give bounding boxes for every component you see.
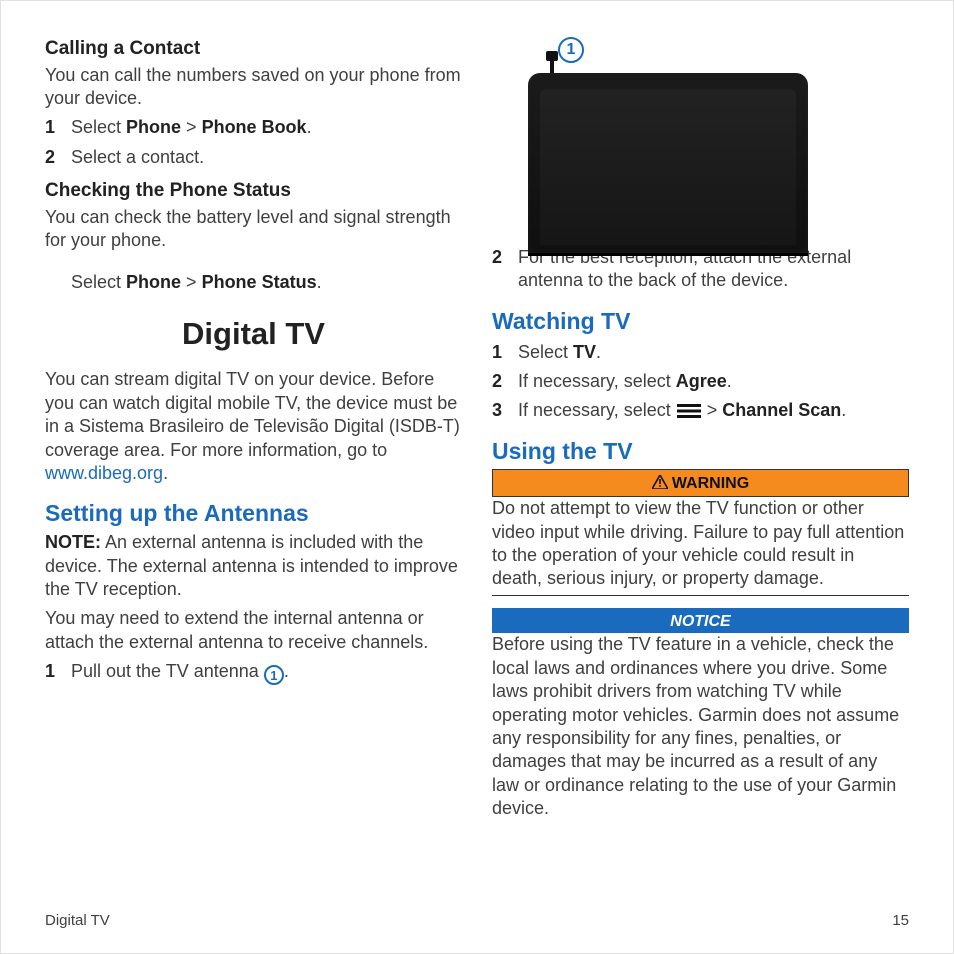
heading-using-tv: Using the TV [492, 437, 909, 467]
footer-page-number: 15 [892, 912, 909, 929]
callout-1-icon: 1 [264, 665, 284, 685]
heading-watching-tv: Watching TV [492, 307, 909, 337]
right-column: 1 2 For the best reception, attach the e… [492, 37, 909, 875]
bold-run: Channel Scan [722, 400, 841, 420]
note-label: NOTE: [45, 532, 101, 552]
heading-calling-contact: Calling a Contact [45, 37, 462, 62]
bold-run: Phone [126, 272, 181, 292]
notice-label: NOTICE [670, 613, 730, 630]
step-number: 2 [45, 146, 71, 169]
left-column: Calling a Contact You can call the numbe… [45, 37, 462, 875]
notice-body: Before using the TV feature in a vehicle… [492, 633, 909, 820]
text-run: Select [71, 117, 126, 137]
device-screen-shape [540, 89, 796, 245]
link-dibeg[interactable]: www.dibeg.org [45, 463, 163, 483]
note-antennas: NOTE: An external antenna is included wi… [45, 531, 462, 601]
para-digital-tv: You can stream digital TV on your device… [45, 368, 462, 485]
text-run: . [596, 342, 601, 362]
footer-section-title: Digital TV [45, 912, 110, 929]
step-number: 3 [492, 399, 518, 422]
bold-run: Phone [126, 117, 181, 137]
step-number: 2 [492, 370, 518, 393]
steps-calling-contact: 1 Select Phone > Phone Book. 2 Select a … [45, 116, 462, 169]
text-run: . [284, 661, 289, 681]
bold-run: TV [573, 342, 596, 362]
warning-label: WARNING [672, 475, 749, 492]
steps-watching-tv: 1 Select TV. 2 If necessary, select Agre… [492, 341, 909, 423]
step-item: 1 Select Phone > Phone Book. [45, 116, 462, 139]
heading-phone-status: Checking the Phone Status [45, 179, 462, 204]
steps-antennas: 1 Pull out the TV antenna 1. [45, 660, 462, 685]
step-number: 2 [492, 246, 518, 269]
text-run: . [317, 272, 322, 292]
step-number: 1 [492, 341, 518, 364]
step-item: 1 Select TV. [492, 341, 909, 364]
step-text: Select Phone > Phone Book. [71, 116, 462, 139]
notice-bar: NOTICE [492, 608, 909, 634]
text-run: Select [518, 342, 573, 362]
hamburger-menu-icon [677, 404, 701, 418]
bold-run: Agree [676, 371, 727, 391]
text-run: An external antenna is included with the… [45, 532, 458, 599]
manual-page: Calling a Contact You can call the numbe… [0, 0, 954, 954]
para-calling-contact: You can call the numbers saved on your p… [45, 64, 462, 111]
warning-body: Do not attempt to view the TV function o… [492, 497, 909, 596]
device-figure: 1 [510, 37, 810, 242]
para-phone-status: You can check the battery level and sign… [45, 206, 462, 253]
step-text: Select a contact. [71, 146, 462, 169]
indented-instruction: Select Phone > Phone Status. [45, 271, 462, 294]
step-number: 1 [45, 116, 71, 139]
para-antennas-extend: You may need to extend the internal ante… [45, 607, 462, 654]
step-text: Pull out the TV antenna 1. [71, 660, 462, 685]
text-run: . [841, 400, 846, 420]
step-text: Select TV. [518, 341, 909, 364]
step-item: 2 Select a contact. [45, 146, 462, 169]
text-run: You can stream digital TV on your device… [45, 369, 460, 459]
page-footer: Digital TV 15 [45, 912, 909, 929]
step-text: If necessary, select Agree. [518, 370, 909, 393]
step-item: 3 If necessary, select > Channel Scan. [492, 399, 909, 422]
warning-triangle-icon [652, 472, 668, 495]
heading-digital-tv: Digital TV [45, 314, 462, 354]
text-run: > [181, 272, 202, 292]
text-run: . [307, 117, 312, 137]
text-run: > [181, 117, 202, 137]
warning-bar: WARNING [492, 469, 909, 497]
step-item: 1 Pull out the TV antenna 1. [45, 660, 462, 685]
text-run: . [163, 463, 168, 483]
text-run: Select [71, 272, 126, 292]
step-number: 1 [45, 660, 71, 683]
heading-setting-antennas: Setting up the Antennas [45, 499, 462, 529]
step-item: 2 If necessary, select Agree. [492, 370, 909, 393]
step-text: If necessary, select > Channel Scan. [518, 399, 909, 422]
text-run: > [702, 400, 723, 420]
steps-antennas-cont: 2 For the best reception, attach the ext… [492, 246, 909, 293]
two-column-layout: Calling a Contact You can call the numbe… [45, 37, 909, 875]
text-run: If necessary, select [518, 371, 676, 391]
text-run: . [727, 371, 732, 391]
bold-run: Phone Book [202, 117, 307, 137]
callout-1-icon: 1 [558, 37, 584, 63]
text-run: If necessary, select [518, 400, 676, 420]
step-text: For the best reception, attach the exter… [518, 246, 909, 293]
step-item: 2 For the best reception, attach the ext… [492, 246, 909, 293]
bold-run: Phone Status [202, 272, 317, 292]
text-run: Pull out the TV antenna [71, 661, 264, 681]
